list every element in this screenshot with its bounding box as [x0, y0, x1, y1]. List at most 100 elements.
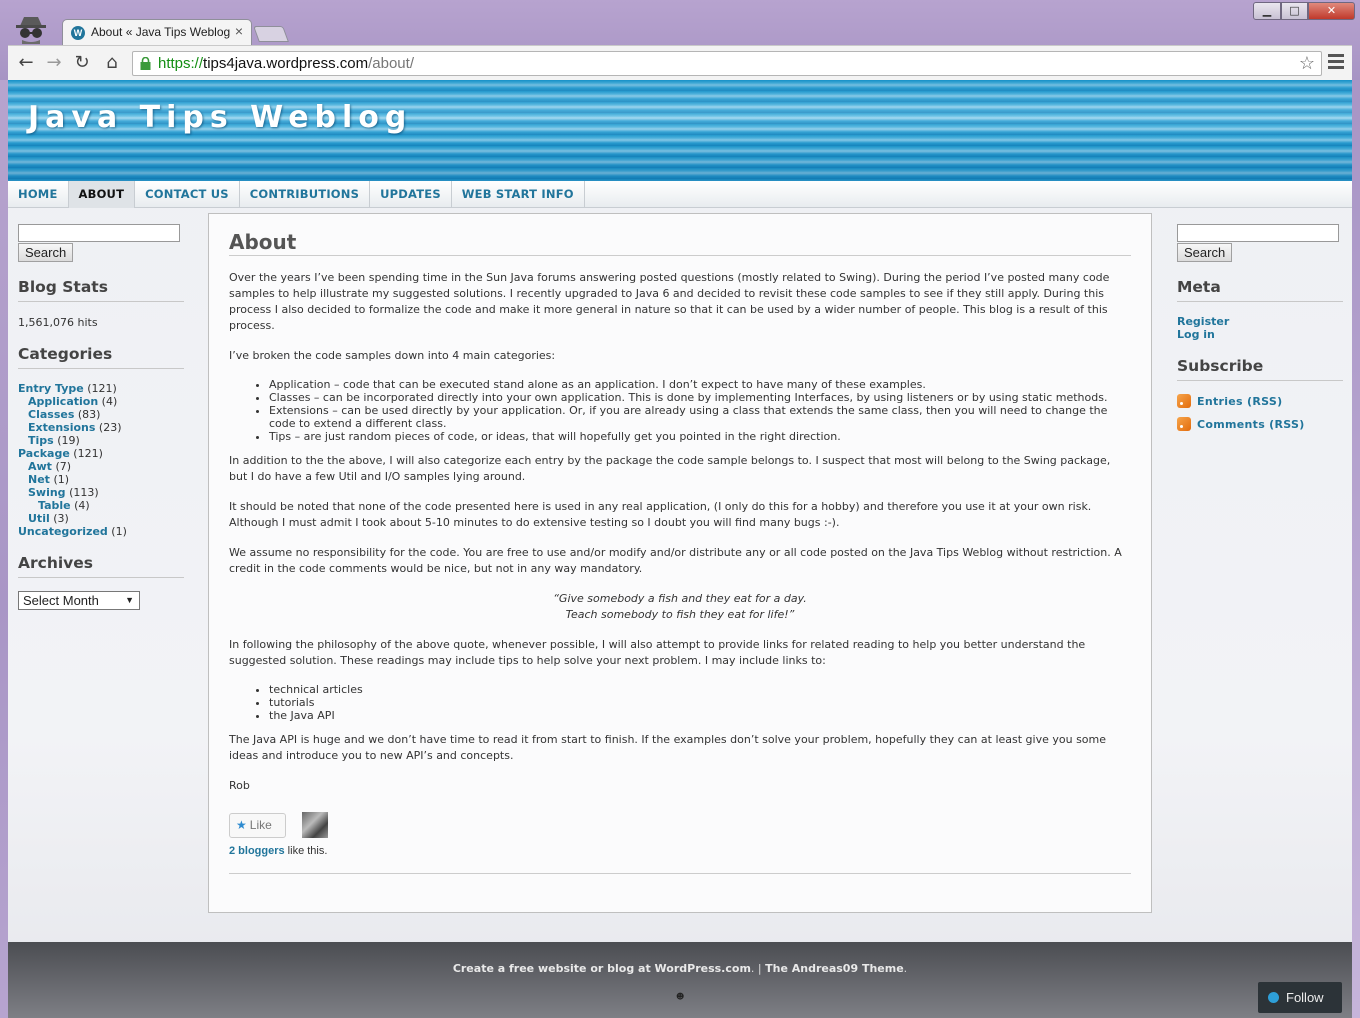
- quote-line: “Give somebody a fish and they eat for a…: [553, 592, 807, 605]
- site-footer: Create a free website or blog at WordPre…: [8, 942, 1352, 1018]
- home-icon[interactable]: ⌂: [100, 52, 124, 74]
- back-icon[interactable]: ←: [14, 52, 38, 74]
- category-link[interactable]: Package: [18, 447, 70, 460]
- forward-icon[interactable]: →: [42, 52, 66, 74]
- page-title: About: [229, 230, 1131, 256]
- search-input[interactable]: [1177, 224, 1339, 242]
- browser-toolbar: ← → ↻ ⌂ https://tips4java.wordpress.com/…: [8, 45, 1352, 80]
- dropdown-arrow-icon: ▼: [125, 595, 134, 605]
- category-count: (83): [77, 408, 101, 421]
- bookmark-star-icon[interactable]: ☆: [1299, 52, 1315, 75]
- site-title[interactable]: Java Tips Weblog: [28, 100, 412, 135]
- paragraph: It should be noted that none of the code…: [229, 500, 1092, 529]
- archives-select[interactable]: Select Month ▼: [18, 591, 140, 610]
- category-count: (3): [53, 512, 69, 525]
- paragraph: I’ve broken the code samples down into 4…: [229, 349, 556, 362]
- url-path: /about/: [368, 55, 414, 72]
- list-item: tutorials: [269, 696, 1131, 709]
- maximize-button[interactable]: □: [1281, 2, 1308, 20]
- right-sidebar: Search Meta Register Log in Subscribe En…: [1177, 208, 1343, 440]
- nav-about[interactable]: ABOUT: [68, 181, 136, 208]
- paragraph: Over the years I’ve been spending time i…: [229, 271, 1110, 332]
- footer-end: .: [903, 962, 908, 975]
- hits-count: 1,561,076 hits: [18, 316, 98, 329]
- category-link[interactable]: Net: [28, 473, 50, 486]
- list-item: Extensions – can be used directly by you…: [269, 404, 1131, 430]
- quote: “Give somebody a fish and they eat for a…: [229, 591, 1131, 623]
- lock-icon: [140, 57, 151, 70]
- nav-contact-us[interactable]: CONTACT US: [135, 181, 240, 208]
- search-button[interactable]: Search: [18, 243, 74, 262]
- login-link[interactable]: Log in: [1177, 328, 1343, 341]
- category-link[interactable]: Classes: [28, 408, 74, 421]
- theme-link[interactable]: The Andreas09 Theme: [765, 962, 904, 975]
- category-link[interactable]: Uncategorized: [18, 525, 108, 538]
- browser-chrome: W About « Java Tips Weblog × ▁ □ ✕ ← → ↻…: [0, 0, 1360, 80]
- nav-updates[interactable]: UPDATES: [370, 181, 452, 208]
- reload-icon[interactable]: ↻: [70, 52, 94, 74]
- category-link[interactable]: Extensions: [28, 421, 95, 434]
- follow-button[interactable]: Follow: [1258, 982, 1342, 1013]
- category-count: (113): [69, 486, 99, 499]
- list-item: Application (4): [18, 395, 184, 408]
- search-input[interactable]: [18, 224, 180, 242]
- tab-close-icon[interactable]: ×: [235, 23, 243, 39]
- star-icon: ★: [236, 817, 247, 832]
- main-navigation: HOME ABOUT CONTACT US CONTRIBUTIONS UPDA…: [8, 181, 1352, 208]
- follow-plus-icon: [1268, 992, 1279, 1003]
- subscribe-links: Entries (RSS) Comments (RSS): [1177, 394, 1343, 431]
- category-link[interactable]: Util: [28, 512, 50, 525]
- nav-contributions[interactable]: CONTRIBUTIONS: [240, 181, 371, 208]
- bloggers-link[interactable]: 2 bloggers: [229, 845, 285, 857]
- wordpress-credit-link[interactable]: Create a free website or blog at WordPre…: [453, 962, 751, 975]
- site-header: Java Tips Weblog: [8, 80, 1352, 181]
- list-item: Classes – can be incorporated directly i…: [269, 391, 1131, 404]
- rss-entries-link[interactable]: Entries (RSS): [1197, 395, 1282, 408]
- new-tab-button[interactable]: [253, 26, 289, 42]
- window-close-button[interactable]: ✕: [1308, 2, 1355, 20]
- category-link[interactable]: Entry Type: [18, 382, 84, 395]
- follow-label: Follow: [1286, 990, 1324, 1005]
- footer-separator: . |: [750, 962, 766, 975]
- list-item: Extensions (23): [18, 421, 184, 434]
- list-item: the Java API: [269, 709, 1131, 722]
- category-link[interactable]: Swing: [28, 486, 66, 499]
- category-link[interactable]: Table: [38, 499, 71, 512]
- minimize-button[interactable]: ▁: [1253, 2, 1281, 20]
- nav-web-start-info[interactable]: WEB START INFO: [452, 181, 585, 208]
- blog-stats-title: Blog Stats: [18, 278, 184, 302]
- links-list: technical articles tutorials the Java AP…: [229, 683, 1131, 722]
- url-host: tips4java.wordpress.com: [203, 55, 369, 72]
- search-button[interactable]: Search: [1177, 243, 1233, 262]
- rss-icon[interactable]: [1177, 417, 1191, 431]
- list-item: Entry Type (121): [18, 382, 184, 395]
- list-item: Awt (7): [18, 460, 184, 473]
- nav-home[interactable]: HOME: [8, 181, 69, 208]
- like-button[interactable]: ★ Like: [229, 812, 286, 838]
- category-count: (19): [57, 434, 80, 447]
- rss-icon[interactable]: [1177, 394, 1191, 408]
- tab-about[interactable]: W About « Java Tips Weblog ×: [62, 19, 252, 45]
- rss-comments-link[interactable]: Comments (RSS): [1197, 418, 1305, 431]
- address-bar[interactable]: https://tips4java.wordpress.com/about/ ☆: [132, 51, 1322, 76]
- left-sidebar: Search Blog Stats 1,561,076 hits Categor…: [18, 208, 184, 610]
- signature: Rob: [229, 779, 250, 792]
- category-link[interactable]: Application: [28, 395, 98, 408]
- browser-menu-icon[interactable]: [1328, 54, 1344, 72]
- register-link[interactable]: Register: [1177, 315, 1343, 328]
- category-count: (23): [98, 421, 122, 434]
- tab-title: About « Java Tips Weblog: [91, 25, 231, 39]
- incognito-icon: [16, 17, 46, 44]
- list-item: Tips (19): [18, 434, 184, 447]
- list-item: Package (121): [18, 447, 184, 460]
- wordpress-icon: W: [71, 26, 85, 40]
- category-count: (121): [73, 447, 103, 460]
- categories-list: Entry Type (121) Application (4) Classes…: [18, 382, 184, 538]
- category-link[interactable]: Awt: [28, 460, 52, 473]
- list-item: Swing (113): [18, 486, 184, 499]
- category-link[interactable]: Tips: [28, 434, 54, 447]
- paragraph: We assume no responsibility for the code…: [229, 546, 1122, 575]
- avatar[interactable]: [302, 812, 328, 838]
- likers-suffix: like this.: [284, 845, 328, 857]
- category-count: (4): [74, 499, 90, 512]
